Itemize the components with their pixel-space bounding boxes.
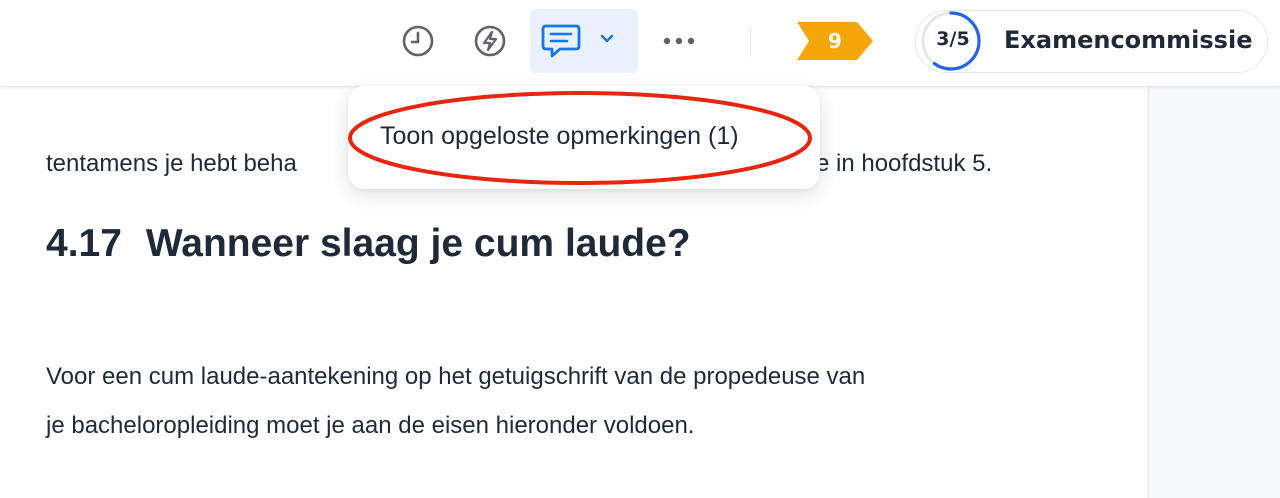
section-title: Wanneer slaag je cum laude? bbox=[145, 222, 691, 265]
right-panel bbox=[1148, 86, 1280, 498]
partial-line-left: tentamens je hebt beha bbox=[46, 150, 297, 177]
more-button[interactable] bbox=[659, 22, 699, 60]
partial-line-right: e in hoofdstuk 5. bbox=[816, 150, 992, 178]
clock-icon bbox=[402, 25, 434, 57]
chevron-down-icon[interactable] bbox=[599, 33, 615, 45]
status-name: Examencommissie bbox=[1004, 26, 1253, 54]
actions-button[interactable] bbox=[471, 22, 509, 60]
history-button[interactable] bbox=[399, 22, 437, 60]
show-resolved-comments-item[interactable]: Toon opgeloste opmerkingen (1) bbox=[380, 122, 739, 151]
badge-count: 9 bbox=[828, 29, 842, 53]
toolbar: 9 3/5 Examencommissie bbox=[0, 0, 1280, 87]
comments-button[interactable] bbox=[530, 9, 638, 73]
section-number: 4.17 bbox=[46, 222, 122, 265]
section-heading: 4.17 Wanneer slaag je cum laude? bbox=[46, 222, 691, 266]
partial-line-right-text: e in hoofdstuk 5. bbox=[816, 150, 993, 177]
lightning-bolt-icon bbox=[474, 25, 506, 57]
paragraph-line: je bacheloropleiding moet je aan de eise… bbox=[46, 412, 695, 439]
count-badge[interactable]: 9 bbox=[797, 22, 875, 65]
paragraph-line: Voor een cum laude-aantekening op het ge… bbox=[46, 363, 866, 390]
progress-label: 3/5 bbox=[936, 28, 970, 50]
comment-bubble-icon bbox=[541, 24, 581, 58]
toolbar-divider bbox=[750, 27, 751, 57]
workflow-status[interactable]: 3/5 Examencommissie bbox=[915, 10, 1268, 73]
partial-line: tentamens je hebt beha bbox=[46, 150, 297, 178]
more-horizontal-icon bbox=[663, 37, 695, 45]
comments-dropdown-menu: Toon opgeloste opmerkingen (1) bbox=[348, 86, 820, 189]
